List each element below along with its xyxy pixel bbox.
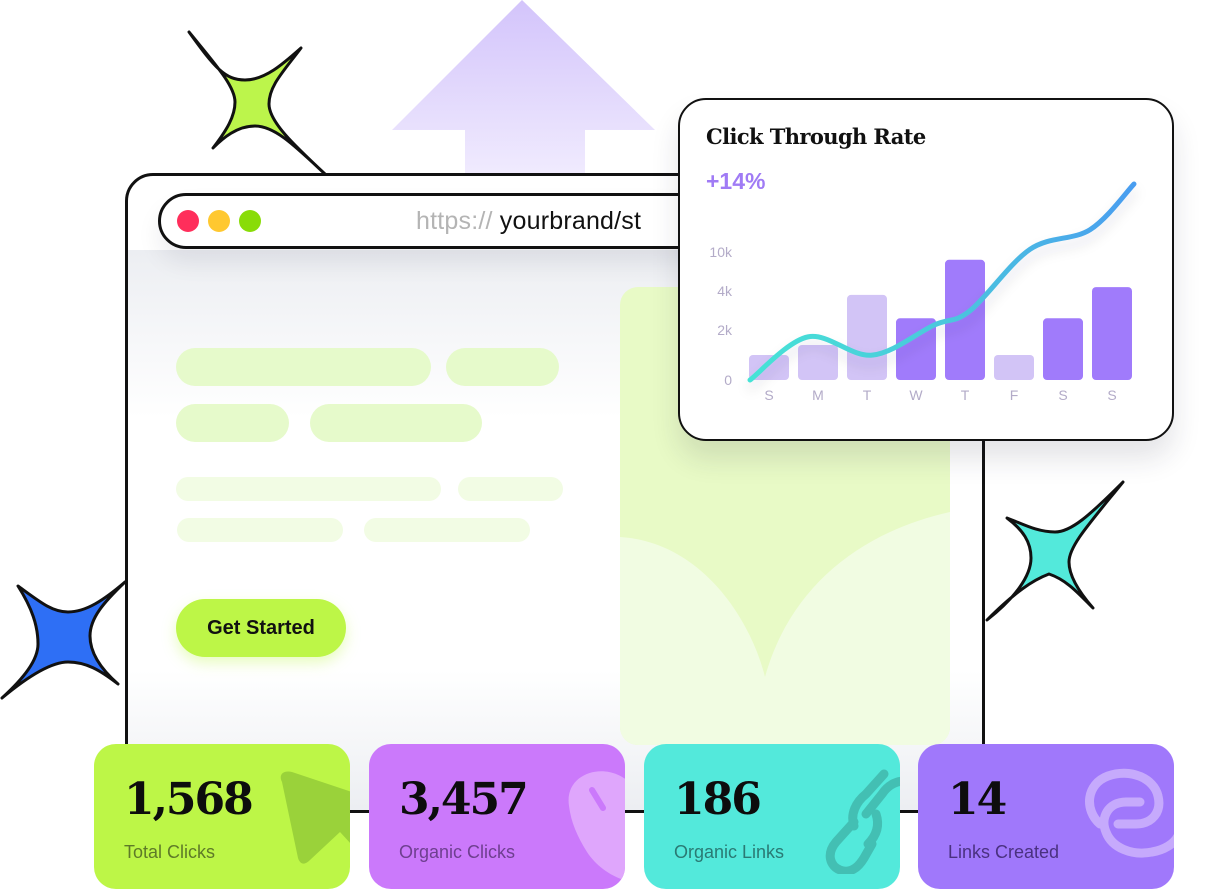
bar-7: [1092, 287, 1132, 380]
skeleton-heading-line: [176, 404, 289, 442]
stat-card-total-clicks: 1,568 Total Clicks: [94, 744, 350, 889]
stat-value: 1,568: [124, 774, 254, 825]
sparkle-blue-icon: [0, 580, 127, 700]
click-through-rate-chart: 0 2k 4k 10k S M T W T F S S: [709, 181, 1137, 403]
window-close-button[interactable]: [177, 210, 199, 232]
stat-value: 186: [674, 774, 762, 825]
y-tick-label: 4k: [717, 283, 733, 299]
skeleton-heading-line: [176, 348, 431, 386]
sparkle-teal-icon: [985, 480, 1125, 622]
stat-label: Total Clicks: [124, 842, 216, 862]
y-tick-label: 10k: [709, 244, 733, 260]
bar-6: [1043, 318, 1083, 380]
stat-value: 14: [948, 774, 1007, 825]
x-tick-label: S: [764, 387, 773, 403]
skeleton-heading-line: [310, 404, 482, 442]
cursor-arrow-icon: [280, 771, 350, 864]
x-tick-label: M: [812, 387, 824, 403]
x-tick-label: F: [1010, 387, 1019, 403]
link-icon: [825, 769, 900, 874]
url-host: yourbrand/st: [492, 206, 642, 235]
stat-value: 3,457: [399, 774, 529, 825]
skeleton-text-line: [364, 518, 530, 542]
window-minimize-button[interactable]: [208, 210, 230, 232]
window-maximize-button[interactable]: [239, 210, 261, 232]
stat-label: Organic Clicks: [399, 842, 516, 862]
stat-label: Organic Links: [674, 842, 785, 862]
stat-label: Links Created: [948, 842, 1060, 862]
x-tick-label: S: [1107, 387, 1116, 403]
x-tick-label: W: [909, 387, 923, 403]
url-protocol: https://: [416, 206, 493, 235]
bar-2: [847, 294, 887, 380]
link-swirl-icon: [1085, 768, 1174, 858]
skeleton-heading-line: [446, 348, 559, 386]
x-tick-label: T: [863, 387, 872, 403]
up-arrow-icon: [392, 0, 655, 180]
skeleton-text-line: [458, 477, 563, 501]
url-text[interactable]: https:// yourbrand/st: [416, 207, 641, 236]
stat-card-links-created: 14 Links Created: [918, 744, 1174, 889]
stat-card-organic-links: 186 Organic Links: [644, 744, 900, 889]
y-tick-label: 0: [724, 372, 732, 388]
bar-1: [798, 345, 838, 380]
mouse-icon: [568, 771, 625, 881]
get-started-button[interactable]: Get Started: [176, 599, 346, 657]
x-tick-label: T: [961, 387, 970, 403]
skeleton-text-line: [177, 518, 343, 542]
x-tick-label: S: [1058, 387, 1067, 403]
skeleton-text-line: [176, 477, 441, 501]
sparkle-green-icon: [187, 30, 327, 176]
y-tick-label: 2k: [717, 322, 733, 338]
bar-5: [994, 355, 1034, 380]
stat-card-organic-clicks: 3,457 Organic Clicks: [369, 744, 625, 889]
address-bar[interactable]: https:// yourbrand/st: [158, 193, 758, 249]
